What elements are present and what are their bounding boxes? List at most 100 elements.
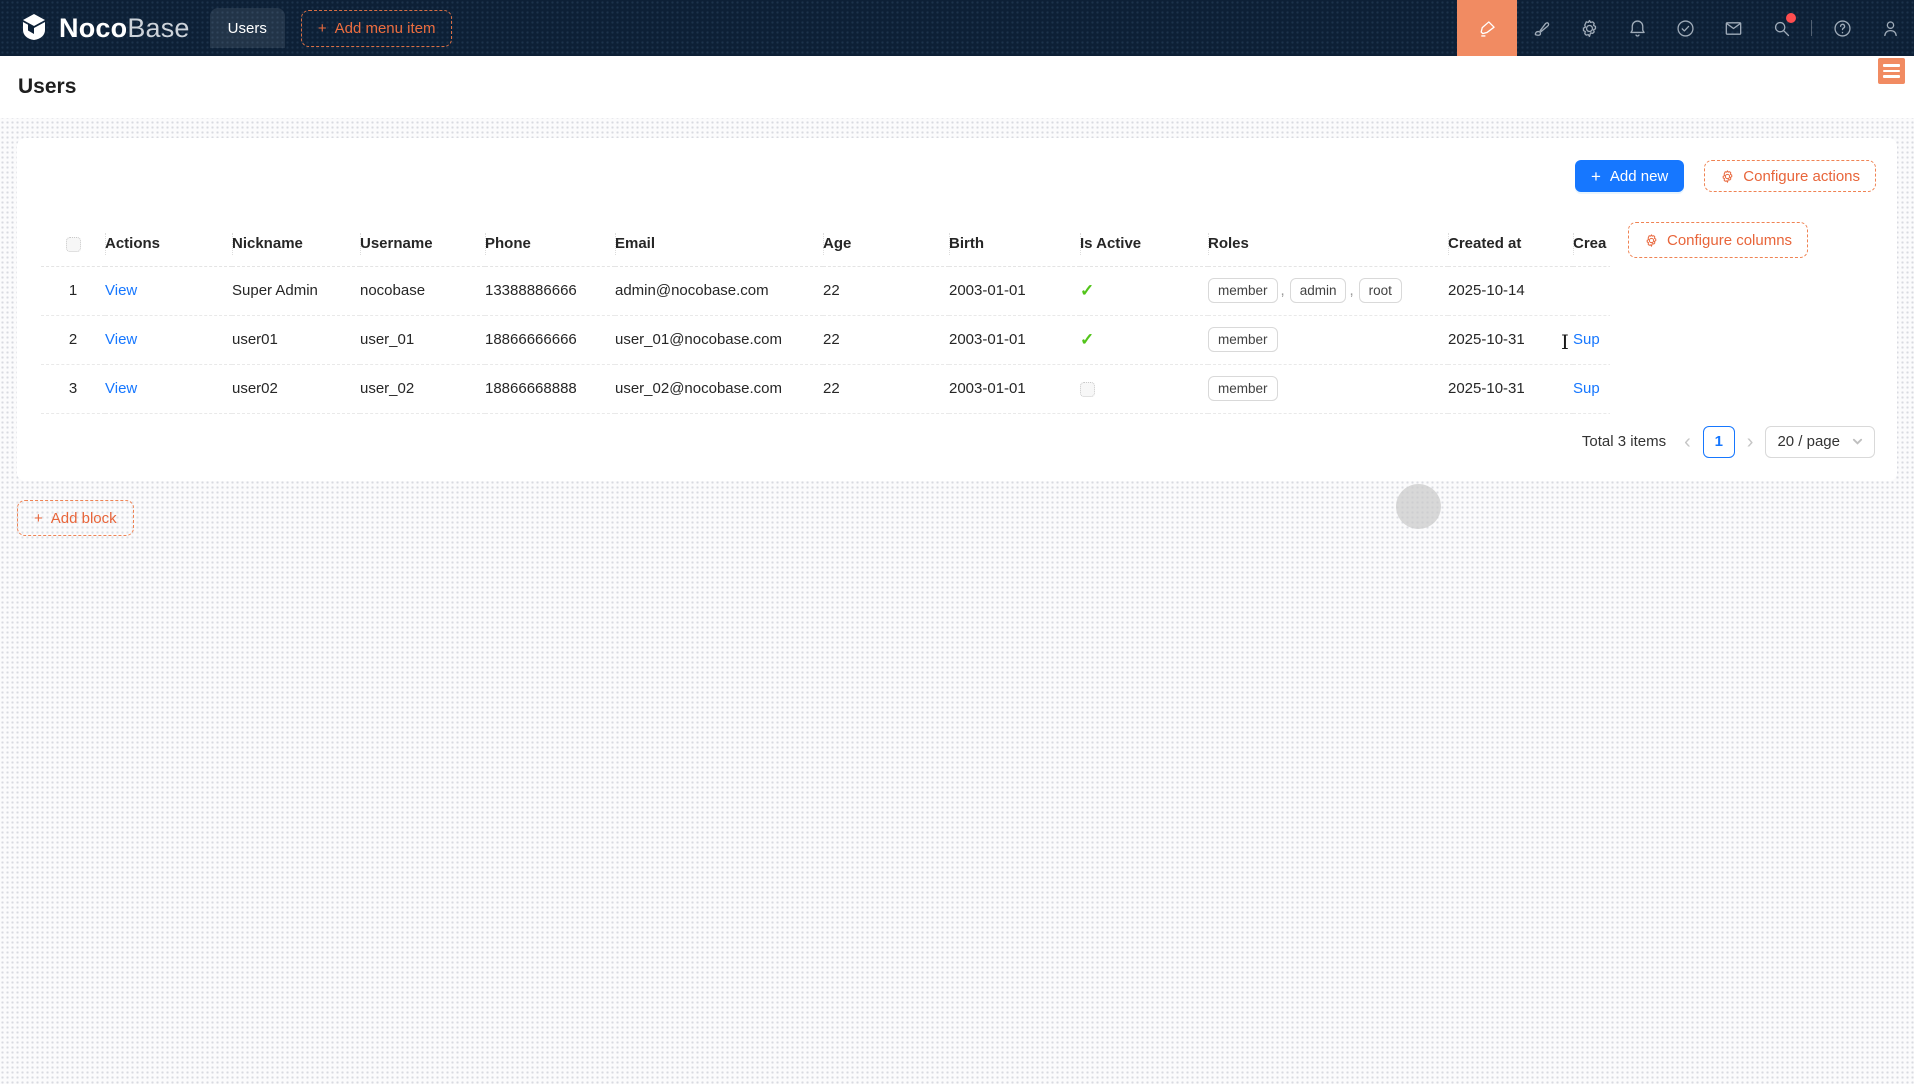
nav-tab-users[interactable]: Users — [209, 8, 285, 48]
age-cell: 22 — [823, 266, 949, 316]
checkbox-unchecked — [1080, 381, 1095, 397]
notifications-icon[interactable] — [1613, 0, 1661, 56]
birth-cell: 2003-01-01 — [949, 266, 1080, 316]
view-link[interactable]: View — [105, 282, 137, 299]
view-link[interactable]: View — [105, 380, 137, 397]
created-by-cell: Sup — [1573, 364, 1610, 414]
add-new-button[interactable]: + Add new — [1574, 160, 1685, 192]
table-toolbar: + Add new Configure actions — [17, 138, 1897, 222]
pagination-total: Total 3 items — [1581, 433, 1667, 450]
content-area: + Add new Configure actions Configure co… — [0, 118, 1914, 536]
created-at-cell: 2025-10-31 — [1448, 364, 1573, 414]
page-size-select[interactable]: 20 / page — [1765, 425, 1875, 458]
row-index-cell: 3 — [41, 364, 105, 414]
username-cell: nocobase — [360, 266, 485, 316]
add-block-button[interactable]: + Add block — [17, 500, 134, 536]
phone-cell: 13388886666 — [485, 266, 615, 316]
messages-icon[interactable] — [1709, 0, 1757, 56]
column-header-roles[interactable]: Roles — [1208, 222, 1448, 267]
email-cell: user_02@nocobase.com — [615, 364, 823, 414]
role-tag: member — [1208, 375, 1278, 402]
page-number-button[interactable]: 1 — [1702, 425, 1735, 458]
user-icon[interactable] — [1866, 0, 1914, 56]
search-icon[interactable] — [1757, 0, 1805, 56]
plus-icon: + — [1590, 166, 1601, 186]
table-row: 2 View user01 user_01 18866666666 user_01@noc… — [41, 315, 1610, 365]
logo-wordmark: NocoBase — [59, 12, 190, 43]
email-cell: user_01@nocobase.com — [615, 315, 823, 365]
users-table: Actions Nickname Username Phone Email Ag… — [41, 222, 1610, 414]
next-page-button[interactable]: › — [1745, 432, 1756, 452]
add-menu-item-button[interactable]: + Add menu item — [300, 9, 453, 47]
prev-page-button[interactable]: ‹ — [1682, 432, 1693, 452]
column-header-email[interactable]: Email — [615, 222, 823, 267]
table-row: 1 View Super Admin nocobase 13388886666 admin… — [41, 266, 1610, 316]
column-header-age[interactable]: Age — [823, 222, 949, 267]
roles-separator: , — [1280, 281, 1285, 299]
settings-icon[interactable] — [1565, 0, 1613, 56]
created-by-cell — [1573, 266, 1610, 316]
roles-separator: , — [1349, 281, 1354, 299]
role-tag: member — [1208, 277, 1278, 304]
check-icon: ✓ — [1080, 280, 1095, 300]
role-tag: member — [1208, 326, 1278, 353]
username-cell: user_01 — [360, 315, 485, 365]
gear-icon — [1646, 233, 1657, 247]
plus-icon: + — [317, 19, 327, 37]
role-tag: admin — [1289, 277, 1347, 304]
roles-cell: member — [1208, 364, 1448, 414]
column-header-birth[interactable]: Birth — [949, 222, 1080, 267]
tasks-icon[interactable] — [1661, 0, 1709, 56]
page-header: Users — [0, 56, 1914, 118]
birth-cell: 2003-01-01 — [949, 315, 1080, 365]
column-header-nickname[interactable]: Nickname — [232, 222, 360, 267]
column-header-actions[interactable]: Actions — [105, 222, 232, 267]
row-index-cell: 2 — [41, 315, 105, 365]
column-header-phone[interactable]: Phone — [485, 222, 615, 267]
plus-icon: + — [34, 509, 43, 527]
nickname-cell: user01 — [232, 315, 360, 365]
theme-editor-icon[interactable] — [1517, 0, 1565, 56]
actions-cell: View — [105, 364, 232, 414]
nocobase-logo[interactable]: NocoBase — [18, 13, 190, 44]
navbar: NocoBase Users + Add menu item — [0, 0, 1914, 56]
created-by-cell: Sup — [1573, 315, 1610, 365]
ui-editor-icon[interactable] — [1457, 0, 1517, 56]
users-table-block: + Add new Configure actions Configure co… — [17, 138, 1897, 481]
email-cell: admin@nocobase.com — [615, 266, 823, 316]
phone-cell: 18866666666 — [485, 315, 615, 365]
age-cell: 22 — [823, 315, 949, 365]
created-by-link[interactable]: Sup — [1573, 380, 1600, 397]
roles-cell: member — [1208, 315, 1448, 365]
gear-icon — [1722, 169, 1733, 183]
nickname-cell: Super Admin — [232, 266, 360, 316]
column-header-is-active[interactable]: Is Active — [1080, 222, 1208, 267]
is-active-cell — [1080, 364, 1208, 414]
age-cell: 22 — [823, 364, 949, 414]
actions-cell: View — [105, 266, 232, 316]
page-title: Users — [18, 75, 77, 98]
is-active-cell: ✓ — [1080, 315, 1208, 365]
nav-divider — [1811, 20, 1812, 36]
row-index-cell: 1 — [41, 266, 105, 316]
is-active-cell: ✓ — [1080, 266, 1208, 316]
help-icon[interactable] — [1818, 0, 1866, 56]
created-by-link[interactable]: Sup — [1573, 331, 1600, 348]
view-link[interactable]: View — [105, 331, 137, 348]
actions-cell: View — [105, 315, 232, 365]
configure-columns-button[interactable]: Configure columns — [1628, 222, 1809, 258]
configure-actions-button[interactable]: Configure actions — [1704, 160, 1876, 192]
page-drag-handle-icon[interactable] — [1878, 58, 1905, 84]
phone-cell: 18866668888 — [485, 364, 615, 414]
nickname-cell: user02 — [232, 364, 360, 414]
table-row: 3 View user02 user_02 18866668888 user_02@noc… — [41, 364, 1610, 414]
select-all-checkbox[interactable] — [65, 236, 81, 252]
username-cell: user_02 — [360, 364, 485, 414]
check-icon: ✓ — [1080, 329, 1095, 349]
column-header-created-by[interactable]: Crea — [1573, 222, 1610, 267]
column-header-created-at[interactable]: Created at — [1448, 222, 1573, 267]
created-at-cell: 2025-10-14 — [1448, 266, 1573, 316]
table-body: 1 View Super Admin nocobase 13388886666 admin… — [41, 266, 1610, 414]
column-header-username[interactable]: Username — [360, 222, 485, 267]
chevron-down-icon — [1852, 438, 1863, 445]
